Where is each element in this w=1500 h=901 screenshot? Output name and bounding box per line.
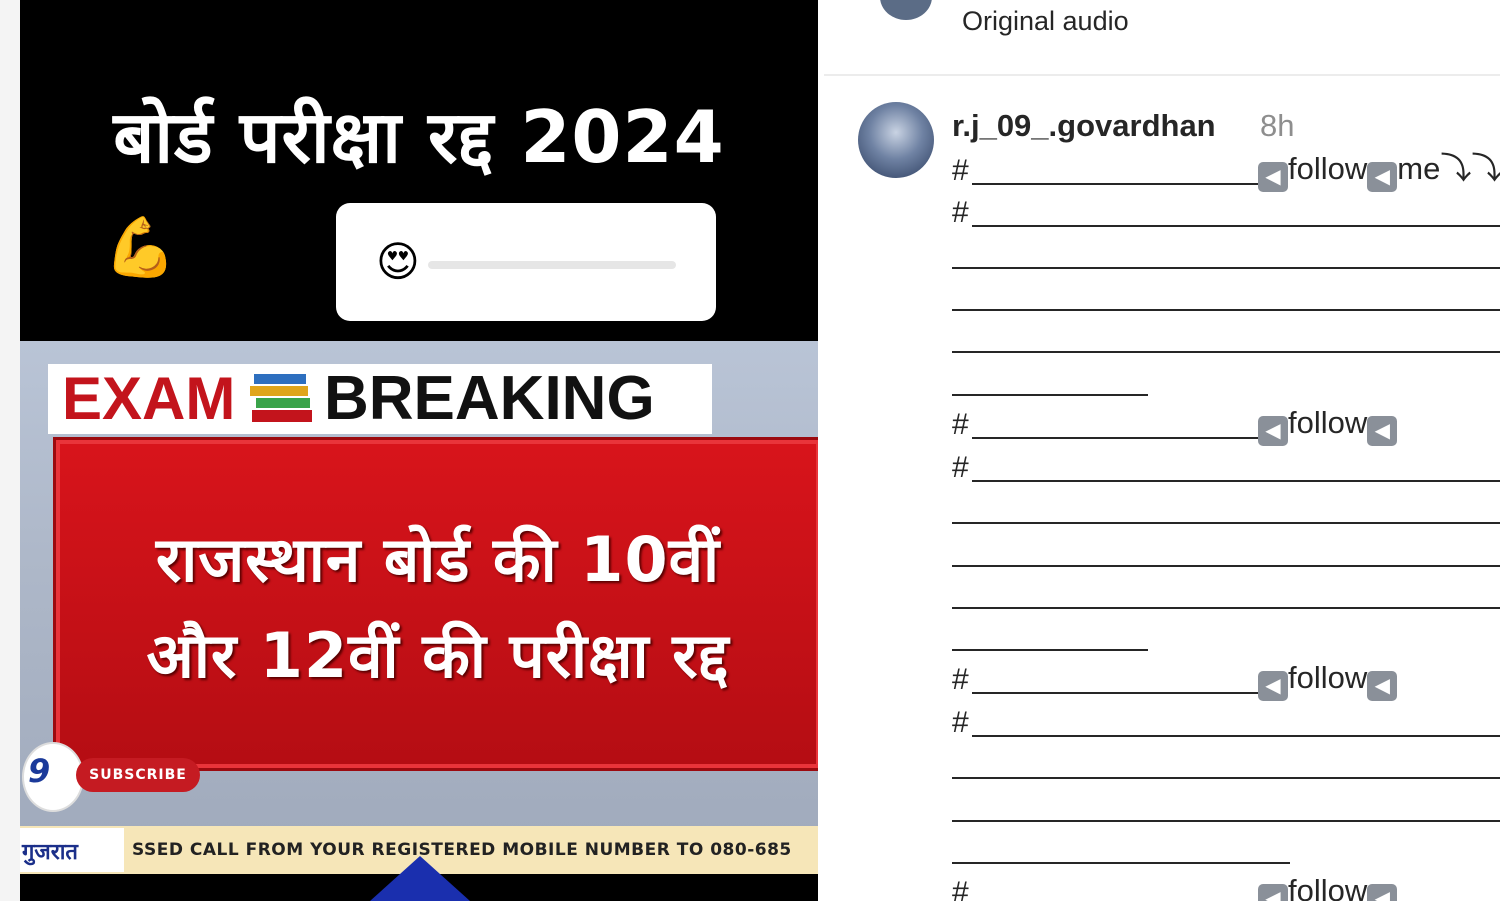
arrow-left-icon: ◀ bbox=[1367, 671, 1398, 701]
follow-text: ◀ follow ◀ bbox=[1258, 660, 1398, 701]
arrow-left-icon: ◀ bbox=[1258, 884, 1288, 901]
headline-line-2: और 12वीं की परीक्षा रद्द bbox=[146, 619, 730, 692]
arrow-left-icon: ◀ bbox=[1367, 884, 1398, 901]
underline bbox=[952, 565, 1500, 567]
left-edge bbox=[0, 0, 21, 901]
hashtag-symbol: # bbox=[952, 451, 969, 484]
author-avatar[interactable] bbox=[880, 0, 932, 20]
underline bbox=[972, 437, 1258, 439]
arrow-left-icon: ◀ bbox=[1258, 416, 1288, 446]
follow-word: follow bbox=[1288, 873, 1368, 901]
underline bbox=[952, 862, 1290, 864]
subscribe-button[interactable]: SUBSCRIBE bbox=[76, 758, 200, 792]
underline bbox=[952, 267, 1500, 269]
follow-text: ◀ follow ◀ bbox=[1258, 405, 1398, 446]
bottom-graphic bbox=[370, 856, 470, 901]
arrow-left-icon: ◀ bbox=[1367, 162, 1398, 192]
hashtag-symbol: # bbox=[952, 876, 969, 901]
news-headline-box: राजस्थान बोर्ड की 10वीं और 12वीं की परीक… bbox=[56, 440, 818, 768]
slider-track[interactable] bbox=[428, 261, 676, 269]
underline bbox=[972, 183, 1258, 185]
comment-time: 8h bbox=[1260, 108, 1295, 143]
banner-exam-text: EXAM bbox=[62, 365, 236, 432]
follow-text: ◀ follow ◀ bbox=[1258, 873, 1398, 901]
underline bbox=[952, 649, 1148, 651]
hashtag-symbol: # bbox=[952, 706, 969, 739]
underline bbox=[952, 309, 1500, 311]
follow-me-text: ◀ follow ◀ me⤵⤵ bbox=[1258, 152, 1500, 192]
underline bbox=[952, 607, 1500, 609]
underline bbox=[952, 522, 1500, 524]
down-arrows-icon: ⤵⤵ bbox=[1440, 151, 1500, 186]
underline bbox=[952, 351, 1500, 353]
arrow-left-icon: ◀ bbox=[1258, 162, 1288, 192]
underline bbox=[972, 692, 1258, 694]
follow-word: follow bbox=[1288, 405, 1368, 440]
underline bbox=[952, 820, 1500, 822]
follow-word: follow bbox=[1288, 151, 1368, 186]
headline-line-1: राजस्थान बोर्ड की 10वीं bbox=[155, 523, 721, 596]
arrow-left-icon: ◀ bbox=[1258, 671, 1288, 701]
commenter-username[interactable]: r.j_09_.govardhan bbox=[952, 108, 1216, 144]
channel-logo-text: 9 bbox=[28, 752, 51, 790]
hashtag-symbol: # bbox=[952, 663, 969, 696]
underline bbox=[952, 777, 1500, 779]
books-icon bbox=[250, 374, 312, 422]
divider bbox=[824, 74, 1500, 76]
video-headline: बोर्ड परीक्षा रद्द 2024 bbox=[113, 95, 725, 179]
comments-panel: Original audio r.j_09_.govardhan 8h # ◀ f… bbox=[818, 0, 1500, 901]
underline bbox=[952, 394, 1148, 396]
arrow-left-icon: ◀ bbox=[1367, 416, 1398, 446]
emoji-row: 💪😍😍 bbox=[104, 213, 298, 281]
underline bbox=[972, 735, 1500, 737]
underline bbox=[972, 225, 1500, 227]
underline bbox=[972, 480, 1500, 482]
slider-emoji-handle[interactable]: 😍 bbox=[376, 236, 420, 288]
ticker-logo-text: गुजरात bbox=[22, 840, 78, 865]
follow-word: follow bbox=[1288, 660, 1368, 695]
banner-breaking-text: BREAKING bbox=[324, 364, 655, 433]
video-player[interactable]: बोर्ड परीक्षा रद्द 2024 💪😍😍 😍 EXAM BREAK… bbox=[20, 0, 818, 901]
me-word: me bbox=[1397, 151, 1441, 186]
commenter-avatar[interactable] bbox=[858, 102, 934, 178]
hashtag-symbol: # bbox=[952, 408, 969, 441]
hashtag-symbol: # bbox=[952, 196, 969, 229]
original-audio-link[interactable]: Original audio bbox=[962, 6, 1129, 37]
hashtag-symbol: # bbox=[952, 154, 969, 187]
